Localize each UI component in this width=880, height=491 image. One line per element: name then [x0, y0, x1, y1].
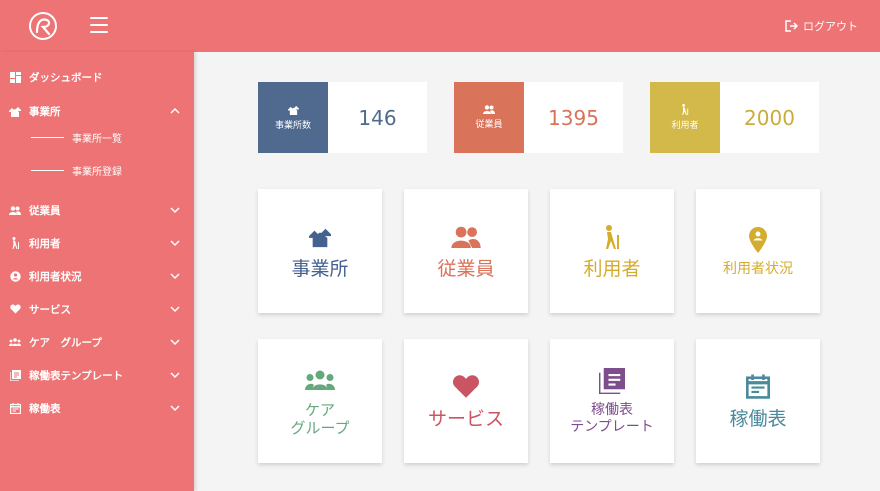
logout-icon	[785, 20, 799, 32]
office-icon	[287, 105, 299, 115]
sub-item-line	[31, 169, 64, 171]
chevron-down-icon[interactable]	[168, 401, 182, 415]
chevron-down-icon[interactable]	[168, 335, 182, 349]
sidebar-subitem-office-register[interactable]: 事業所登録	[0, 161, 194, 179]
card-label: ケア グループ	[290, 401, 349, 437]
logo-icon[interactable]	[27, 10, 59, 42]
stat-users: 利用者 2000	[650, 82, 819, 153]
card-label: 事業所	[291, 257, 349, 280]
sidebar-item-label: 事業所	[29, 105, 61, 118]
list-icon	[597, 366, 627, 396]
chevron-down-icon[interactable]	[168, 269, 182, 283]
sidebar-item-label: 従業員	[29, 204, 61, 217]
walker-icon	[9, 237, 21, 249]
sidebar-item-label: 稼働表テンプレート	[29, 369, 124, 382]
group-icon	[305, 365, 335, 395]
card-schedule[interactable]: 稼働表	[696, 339, 820, 463]
sidebar-item-office[interactable]: 事業所	[0, 100, 194, 122]
card-label: 従業員	[437, 257, 495, 280]
card-label-line2: グループ	[290, 419, 350, 437]
card-label-line1: 稼働表	[591, 402, 633, 419]
dashboard-icon	[9, 71, 21, 83]
people-icon	[9, 204, 21, 216]
office-icon	[305, 222, 335, 252]
stat-label: 利用者	[671, 121, 699, 131]
heart-icon	[451, 372, 481, 402]
sidebar-item-services[interactable]: サービス	[0, 298, 194, 320]
card-label-line1: ケア	[304, 401, 335, 419]
card-label-line2: テンプレート	[570, 419, 654, 435]
card-care-group[interactable]: ケア グループ	[258, 339, 382, 463]
office-icon	[9, 105, 21, 117]
sidebar-item-label: ケア グループ	[29, 336, 102, 349]
sidebar-item-label: 利用者	[29, 237, 61, 250]
menu-toggle-button[interactable]	[90, 17, 108, 33]
calendar-icon	[743, 372, 773, 402]
heart-icon	[9, 303, 21, 315]
people-icon	[451, 222, 481, 252]
chevron-down-icon[interactable]	[168, 302, 182, 316]
stat-label-box: 利用者	[650, 82, 720, 153]
list-icon	[9, 369, 21, 381]
calendar-icon	[9, 402, 21, 414]
sidebar-subitem-office-list[interactable]: 事業所一覧	[0, 128, 194, 146]
sidebar-item-schedule-template[interactable]: 稼働表テンプレート	[0, 364, 194, 386]
card-schedule-template[interactable]: 稼働表 テンプレート	[550, 339, 674, 463]
stat-offices: 事業所数 146	[258, 82, 427, 153]
stat-value: 146	[358, 105, 397, 130]
stat-employees: 従業員 1395	[454, 82, 623, 153]
pin-icon	[9, 270, 21, 282]
logout-button[interactable]: ログアウト	[785, 18, 858, 34]
sidebar-item-label: 稼働表	[29, 402, 61, 415]
chevron-down-icon[interactable]	[168, 203, 182, 217]
sidebar-item-dashboard[interactable]: ダッシュボード	[0, 66, 194, 88]
pin-icon	[743, 225, 773, 255]
sidebar-item-employees[interactable]: 従業員	[0, 199, 194, 221]
stat-value: 1395	[548, 105, 599, 130]
card-user-status[interactable]: 利用者状況	[696, 189, 820, 313]
card-label: 利用者	[583, 257, 641, 280]
card-services[interactable]: サービス	[404, 339, 528, 463]
sidebar-subitem-label: 事業所登録	[72, 166, 122, 178]
card-users[interactable]: 利用者	[550, 189, 674, 313]
logout-label: ログアウト	[803, 20, 858, 33]
chevron-down-icon[interactable]	[168, 368, 182, 382]
stat-label: 事業所数	[274, 120, 311, 131]
stat-label-box: 従業員	[454, 82, 524, 153]
sidebar-item-label: サービス	[29, 303, 71, 316]
walker-icon	[597, 222, 627, 252]
card-label: 利用者状況	[723, 260, 793, 277]
chevron-up-icon[interactable]	[168, 104, 182, 118]
sidebar-subitem-label: 事業所一覧	[72, 133, 122, 145]
walker-icon	[682, 104, 689, 115]
card-offices[interactable]: 事業所	[258, 189, 382, 313]
people-icon	[483, 105, 495, 114]
card-label: 稼働表	[729, 407, 787, 430]
stat-value: 2000	[744, 105, 795, 130]
sub-item-line	[31, 136, 64, 138]
sidebar-item-label: 利用者状況	[29, 270, 82, 283]
sidebar-item-schedule[interactable]: 稼働表	[0, 397, 194, 419]
card-employees[interactable]: 従業員	[404, 189, 528, 313]
stat-label: 従業員	[475, 120, 503, 130]
sidebar-item-label: ダッシュボード	[29, 71, 103, 84]
sidebar-item-user-status[interactable]: 利用者状況	[0, 265, 194, 287]
stat-label-box: 事業所数	[258, 82, 328, 153]
card-label: 稼働表 テンプレート	[570, 402, 654, 436]
group-icon	[9, 336, 21, 348]
sidebar-item-users[interactable]: 利用者	[0, 232, 194, 254]
sidebar-item-care-group[interactable]: ケア グループ	[0, 331, 194, 353]
top-bar: ログアウト	[0, 0, 880, 52]
chevron-down-icon[interactable]	[168, 236, 182, 250]
sidebar: ダッシュボード 事業所 事業所一覧 事業所登録 従業員 利用者 利用者状況 サー…	[0, 52, 194, 491]
card-label: サービス	[427, 407, 504, 430]
